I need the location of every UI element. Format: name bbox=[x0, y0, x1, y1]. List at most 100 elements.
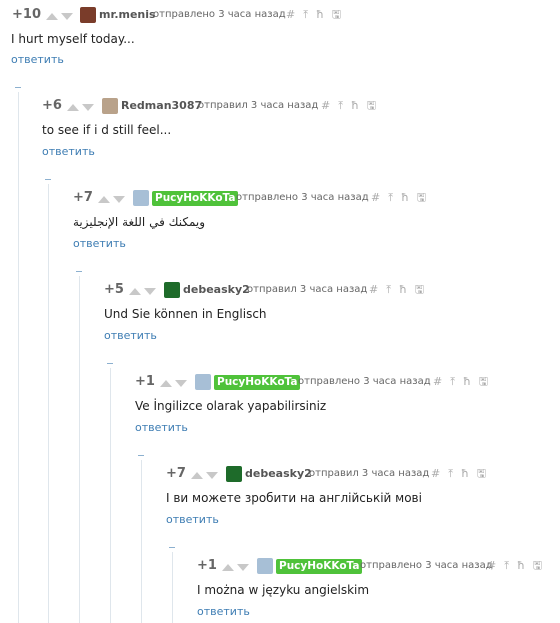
reply-link[interactable]: ответить bbox=[135, 421, 188, 434]
comment-text: to see if i d still feel... bbox=[42, 123, 172, 137]
tree-icon[interactable]: ħ bbox=[399, 281, 407, 299]
link-icon[interactable]: # bbox=[431, 465, 440, 483]
avatar[interactable] bbox=[80, 7, 96, 23]
save-icon[interactable]: 🖫 bbox=[332, 6, 341, 24]
comment-header: +5 debeasky2 отправил 3 часа назад # ⤒ ħ… bbox=[100, 281, 560, 301]
link-icon[interactable]: # bbox=[286, 6, 295, 24]
comment-tools: # ⤒ ħ 🖫 bbox=[286, 6, 341, 24]
thread-line bbox=[110, 368, 111, 623]
username[interactable]: mr.menis bbox=[99, 6, 156, 24]
thread-line bbox=[18, 92, 19, 623]
parent-up-icon[interactable]: ⤒ bbox=[504, 557, 509, 575]
link-icon[interactable]: # bbox=[371, 189, 380, 207]
collapse-toggle[interactable] bbox=[107, 363, 113, 364]
comment: +7 PucyHoKKoTa отправлено 3 часа назад #… bbox=[69, 189, 560, 259]
save-icon[interactable]: 🖫 bbox=[533, 557, 542, 575]
reply-link[interactable]: ответить bbox=[197, 605, 250, 618]
vote-arrows-icon[interactable] bbox=[159, 375, 189, 391]
comment-header: +7 debeasky2 отправил 3 часа назад # ⤒ ħ… bbox=[162, 465, 560, 485]
comment: +1 PucyHoKKoTa отправлено 3 часа назад #… bbox=[193, 557, 560, 623]
reply-link[interactable]: ответить bbox=[166, 513, 219, 526]
collapse-toggle[interactable] bbox=[45, 179, 51, 180]
reply-link[interactable]: ответить bbox=[42, 145, 95, 158]
username[interactable]: PucyHoKKoTa bbox=[152, 191, 239, 206]
vote-arrows-icon[interactable] bbox=[97, 191, 127, 207]
timestamp: отправлено 3 часа назад bbox=[236, 192, 369, 203]
parent-up-icon[interactable]: ⤒ bbox=[448, 465, 453, 483]
save-icon[interactable]: 🖫 bbox=[479, 373, 488, 391]
collapse-toggle[interactable] bbox=[169, 547, 175, 548]
avatar[interactable] bbox=[102, 98, 118, 114]
thread-line bbox=[172, 552, 173, 623]
username[interactable]: PucyHoKKoTa bbox=[214, 375, 301, 390]
comment-text: ويمكنك في اللغة الإنجليزية bbox=[73, 215, 206, 229]
rating: +1 bbox=[135, 374, 155, 389]
tree-icon[interactable]: ħ bbox=[463, 373, 471, 391]
username[interactable]: debeasky2 bbox=[183, 281, 250, 299]
avatar[interactable] bbox=[133, 190, 149, 206]
tree-icon[interactable]: ħ bbox=[316, 6, 324, 24]
save-icon[interactable]: 🖫 bbox=[477, 465, 486, 483]
avatar[interactable] bbox=[164, 282, 180, 298]
collapse-toggle[interactable] bbox=[76, 271, 82, 272]
avatar[interactable] bbox=[195, 374, 211, 390]
vote-arrows-icon[interactable] bbox=[128, 283, 158, 299]
username[interactable]: debeasky2 bbox=[245, 465, 312, 483]
link-icon[interactable]: # bbox=[369, 281, 378, 299]
comment-tools: # ⤒ ħ 🖫 bbox=[369, 281, 424, 299]
parent-up-icon[interactable]: ⤒ bbox=[386, 281, 391, 299]
parent-up-icon[interactable]: ⤒ bbox=[450, 373, 455, 391]
comment: +6 Redman3087 отправил 3 часа назад # ⤒ … bbox=[38, 97, 560, 167]
tree-icon[interactable]: ħ bbox=[401, 189, 409, 207]
vote-arrows-icon[interactable] bbox=[190, 467, 220, 483]
tree-icon[interactable]: ħ bbox=[351, 97, 359, 115]
rating: +6 bbox=[42, 98, 62, 113]
comment-tools: # ⤒ ħ 🖫 bbox=[433, 373, 488, 391]
timestamp: отправил 3 часа назад bbox=[309, 468, 430, 479]
comment: +5 debeasky2 отправил 3 часа назад # ⤒ ħ… bbox=[100, 281, 560, 351]
save-icon[interactable]: 🖫 bbox=[417, 189, 426, 207]
comment-text: I hurt myself today... bbox=[11, 32, 135, 46]
vote-arrows-icon[interactable] bbox=[221, 559, 251, 575]
username[interactable]: Redman3087 bbox=[121, 97, 202, 115]
vote-arrows-icon[interactable] bbox=[45, 8, 75, 24]
thread-line bbox=[48, 184, 49, 623]
timestamp: отправлено 3 часа назад bbox=[153, 9, 286, 20]
comment-header: +7 PucyHoKKoTa отправлено 3 часа назад #… bbox=[69, 189, 560, 209]
comment-header: +1 PucyHoKKoTa отправлено 3 часа назад #… bbox=[193, 557, 560, 577]
link-icon[interactable]: # bbox=[487, 557, 496, 575]
tree-icon[interactable]: ħ bbox=[517, 557, 525, 575]
collapse-toggle[interactable] bbox=[138, 455, 144, 456]
link-icon[interactable]: # bbox=[321, 97, 330, 115]
comment: +10 mr.menis отправлено 3 часа назад # ⤒… bbox=[8, 6, 560, 76]
username[interactable]: PucyHoKKoTa bbox=[276, 559, 363, 574]
thread-line bbox=[79, 276, 80, 623]
avatar[interactable] bbox=[257, 558, 273, 574]
reply-link[interactable]: ответить bbox=[11, 53, 64, 66]
comment-tools: # ⤒ ħ 🖫 bbox=[321, 97, 376, 115]
parent-up-icon[interactable]: ⤒ bbox=[303, 6, 308, 24]
collapse-toggle[interactable] bbox=[15, 87, 21, 88]
comment: +7 debeasky2 отправил 3 часа назад # ⤒ ħ… bbox=[162, 465, 560, 535]
vote-arrows-icon[interactable] bbox=[66, 99, 96, 115]
parent-up-icon[interactable]: ⤒ bbox=[388, 189, 393, 207]
rating: +5 bbox=[104, 282, 124, 297]
comment-header: +1 PucyHoKKoTa отправлено 3 часа назад #… bbox=[131, 373, 560, 393]
rating: +7 bbox=[166, 466, 186, 481]
comment-text: Ve İngilizce olarak yapabilirsiniz bbox=[135, 399, 327, 413]
tree-icon[interactable]: ħ bbox=[461, 465, 469, 483]
timestamp: отправлено 3 часа назад bbox=[298, 376, 431, 387]
timestamp: отправлено 3 часа назад bbox=[360, 560, 493, 571]
save-icon[interactable]: 🖫 bbox=[367, 97, 376, 115]
reply-link[interactable]: ответить bbox=[73, 237, 126, 250]
thread-line bbox=[141, 460, 142, 623]
comment-tools: # ⤒ ħ 🖫 bbox=[431, 465, 486, 483]
comment-text: I można w języku angielskim bbox=[197, 583, 370, 597]
comment-header: +6 Redman3087 отправил 3 часа назад # ⤒ … bbox=[38, 97, 560, 117]
comment-text: І ви можете зробити на англійській мові bbox=[166, 491, 422, 505]
reply-link[interactable]: ответить bbox=[104, 329, 157, 342]
save-icon[interactable]: 🖫 bbox=[415, 281, 424, 299]
parent-up-icon[interactable]: ⤒ bbox=[338, 97, 343, 115]
avatar[interactable] bbox=[226, 466, 242, 482]
link-icon[interactable]: # bbox=[433, 373, 442, 391]
